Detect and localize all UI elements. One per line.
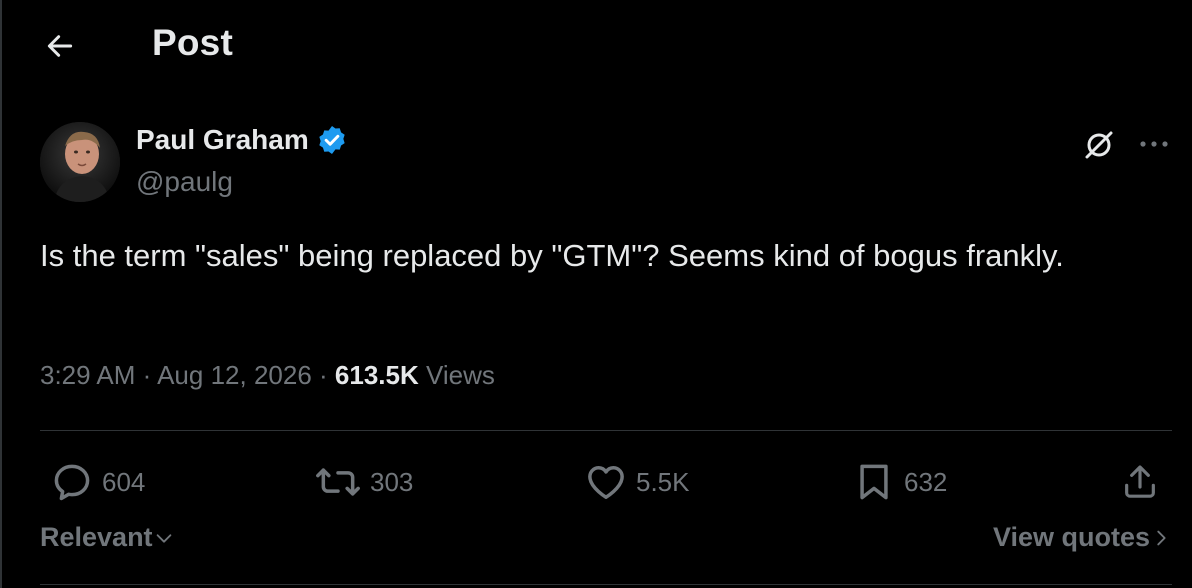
profile-photo-icon: [40, 122, 120, 202]
view-quotes-label: View quotes: [992, 522, 1150, 552]
reply-button[interactable]: 604: [50, 456, 145, 508]
bookmark-button[interactable]: 632: [852, 456, 947, 508]
post-meta: 3:29 AM · Aug 12, 2026 · 613.5K Views: [40, 360, 495, 391]
more-horizontal-icon: [1140, 141, 1168, 147]
meta-separator: ·: [319, 360, 335, 390]
like-count: 5.5K: [636, 466, 690, 497]
replies-filter-row: Relevant View quotes: [40, 522, 1172, 562]
bookmark-count: 632: [904, 466, 948, 497]
avatar[interactable]: [40, 122, 120, 202]
repost-icon: [316, 468, 360, 496]
reply-icon: [54, 464, 90, 501]
page-title: Post: [152, 22, 233, 63]
reply-count: 604: [102, 466, 146, 497]
sort-dropdown[interactable]: Relevant: [40, 522, 175, 553]
back-button[interactable]: [40, 26, 80, 66]
arrow-left-icon: [47, 35, 73, 57]
share-icon: [1125, 465, 1155, 498]
post-actions: 604 303 5.5K 632: [40, 456, 1172, 508]
chevron-down-icon: [156, 533, 171, 543]
repost-count: 303: [370, 466, 414, 497]
top-bar: Post: [0, 0, 1192, 92]
author-name-row: Paul Graham: [136, 124, 348, 156]
bookmark-icon: [860, 464, 888, 500]
repost-button[interactable]: 303: [314, 456, 413, 508]
views-label: Views: [426, 360, 495, 390]
post-text: Is the term "sales" being replaced by "G…: [40, 238, 1064, 273]
divider: [40, 584, 1172, 585]
grok-icon: [1085, 131, 1113, 159]
heart-icon: [588, 465, 624, 499]
author-display-name[interactable]: Paul Graham: [136, 124, 309, 156]
meta-separator: ·: [142, 360, 158, 390]
sort-label: Relevant: [40, 522, 153, 552]
like-button[interactable]: 5.5K: [584, 456, 690, 508]
grok-button[interactable]: [1080, 126, 1118, 164]
views-count: 613.5K: [334, 360, 419, 390]
verified-badge-icon: [319, 126, 345, 154]
view-quotes-link[interactable]: View quotes: [993, 522, 1172, 553]
divider: [40, 430, 1172, 431]
author-handle[interactable]: @paulg: [136, 166, 233, 198]
more-options-button[interactable]: [1136, 126, 1172, 162]
chevron-right-icon: [1157, 530, 1166, 545]
post-date[interactable]: Aug 12, 2026: [157, 360, 312, 390]
post-time[interactable]: 3:29 AM: [40, 360, 135, 390]
share-button[interactable]: [1120, 456, 1160, 508]
